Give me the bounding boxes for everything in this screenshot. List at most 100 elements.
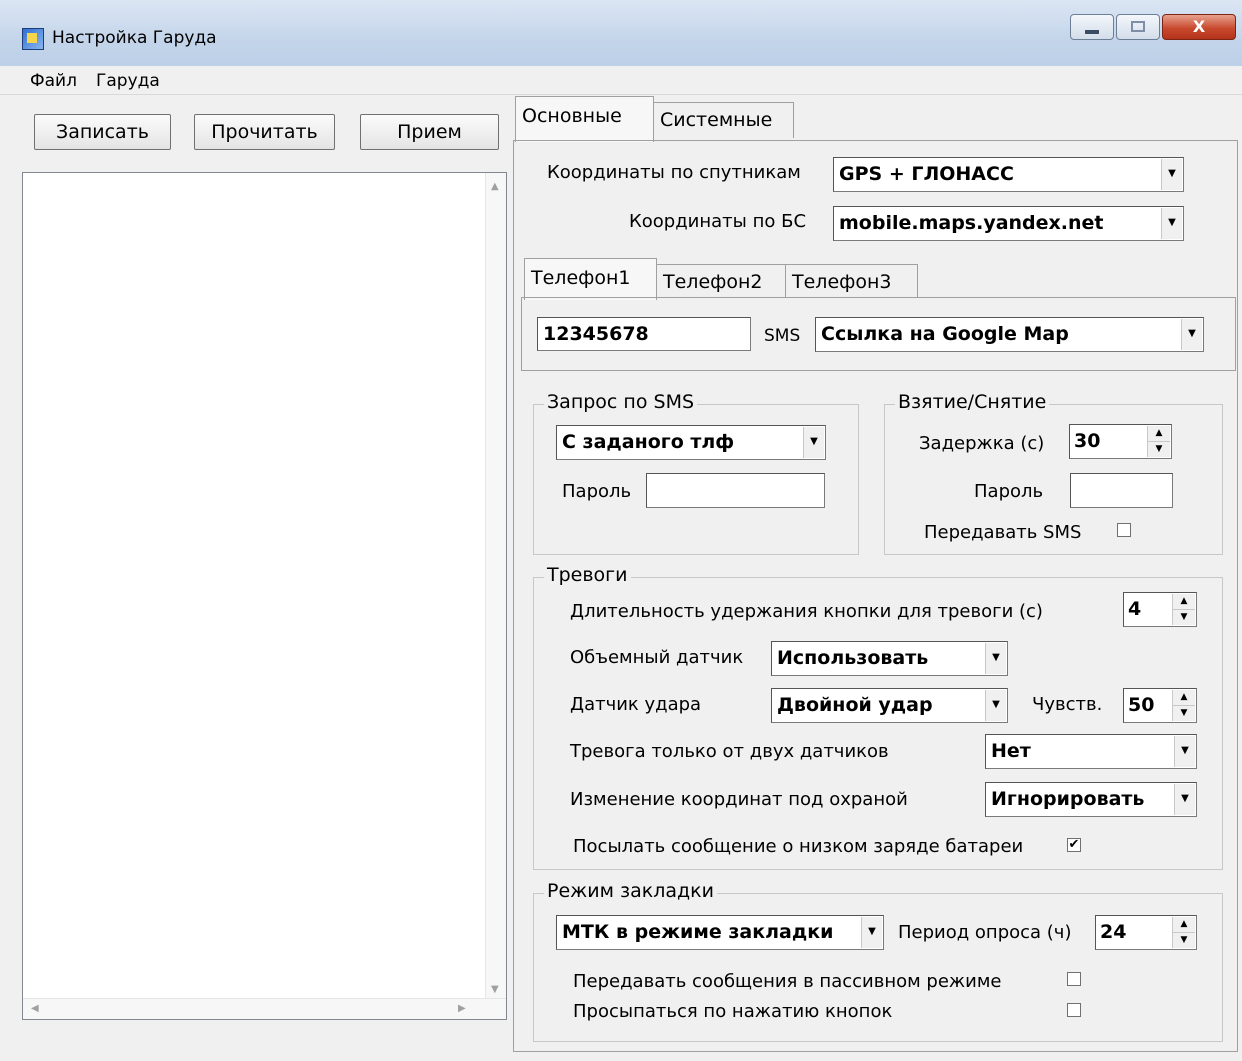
shock-sensor-value: Двойной удар xyxy=(777,694,933,716)
scroll-up-icon[interactable]: ▲ xyxy=(491,181,499,192)
close-button[interactable]: X xyxy=(1162,14,1236,40)
poll-period-spinner[interactable]: 24 ▲ ▼ xyxy=(1095,915,1197,950)
satellite-coords-label: Координаты по спутникам xyxy=(547,162,801,183)
volume-sensor-label: Объемный датчик xyxy=(570,647,744,668)
sms-password-label: Пароль xyxy=(562,481,632,502)
chevron-down-icon: ▼ xyxy=(1161,208,1182,239)
two-sensors-label: Тревога только от двух датчиков xyxy=(570,741,889,762)
spin-down-icon[interactable]: ▼ xyxy=(1148,442,1170,458)
sms-format-select[interactable]: Ссылка на Google Map ▼ xyxy=(815,317,1204,352)
satellite-coords-value: GPS + ГЛОНАСС xyxy=(839,163,1014,185)
arming-title: Взятие/Снятие xyxy=(895,391,1050,413)
wake-on-buttons-label: Просыпаться по нажатию кнопок xyxy=(573,1001,893,1022)
phone-number-input[interactable]: 12345678 xyxy=(537,317,751,351)
two-sensors-value: Нет xyxy=(991,740,1031,762)
sensitivity-label: Чувств. xyxy=(1032,694,1103,715)
menu-bar: Файл Гаруда xyxy=(0,66,1242,95)
sensitivity-spinner[interactable]: 50 ▲ ▼ xyxy=(1123,688,1197,723)
alarms-title: Тревоги xyxy=(544,564,631,586)
wake-on-buttons-checkbox[interactable] xyxy=(1067,1003,1081,1017)
bs-coords-label: Координаты по БС xyxy=(629,211,807,232)
send-sms-checkbox[interactable] xyxy=(1117,523,1131,537)
spin-up-icon[interactable]: ▲ xyxy=(1173,594,1195,610)
write-button[interactable]: Записать xyxy=(34,114,171,150)
bookmark-mode-value: МТК в режиме закладки xyxy=(562,921,834,943)
spin-up-icon[interactable]: ▲ xyxy=(1173,690,1195,706)
chevron-down-icon: ▼ xyxy=(1181,319,1202,350)
spinner-buttons[interactable]: ▲ ▼ xyxy=(1172,690,1195,721)
shock-sensor-select[interactable]: Двойной удар ▼ xyxy=(771,688,1008,723)
arming-password-label: Пароль xyxy=(974,481,1044,502)
arming-delay-value: 30 xyxy=(1074,430,1101,452)
chevron-down-icon: ▼ xyxy=(985,690,1006,721)
send-sms-label: Передавать SMS xyxy=(924,522,1082,543)
hold-duration-value: 4 xyxy=(1128,598,1142,620)
sms-label: SMS xyxy=(764,326,801,346)
window-title: Настройка Гаруда xyxy=(52,28,217,48)
arming-delay-label: Задержка (с) xyxy=(919,433,1045,454)
spin-up-icon[interactable]: ▲ xyxy=(1148,426,1170,442)
poll-period-value: 24 xyxy=(1100,921,1127,943)
satellite-coords-select[interactable]: GPS + ГЛОНАСС ▼ xyxy=(833,157,1184,192)
bookmark-title: Режим закладки xyxy=(544,880,717,902)
spin-down-icon[interactable]: ▼ xyxy=(1173,610,1195,626)
arming-password-input[interactable] xyxy=(1070,473,1173,508)
volume-sensor-value: Использовать xyxy=(777,647,929,669)
spinner-buttons[interactable]: ▲ ▼ xyxy=(1172,594,1195,625)
minimize-icon xyxy=(1085,30,1099,34)
chevron-down-icon: ▼ xyxy=(1174,736,1195,767)
bs-coords-select[interactable]: mobile.maps.yandex.net ▼ xyxy=(833,206,1184,241)
two-sensors-select[interactable]: Нет ▼ xyxy=(985,734,1197,769)
chevron-down-icon: ▼ xyxy=(861,917,882,948)
sms-password-input[interactable] xyxy=(646,473,825,508)
coord-change-label: Изменение координат под охраной xyxy=(570,789,908,810)
scroll-down-icon[interactable]: ▼ xyxy=(491,984,499,995)
maximize-button[interactable] xyxy=(1116,14,1160,40)
vertical-scrollbar[interactable]: ▲ ▼ xyxy=(485,173,506,1001)
tab-system[interactable]: Системные xyxy=(653,102,794,138)
hold-duration-spinner[interactable]: 4 ▲ ▼ xyxy=(1123,592,1197,627)
volume-sensor-select[interactable]: Использовать ▼ xyxy=(771,641,1008,676)
chevron-down-icon: ▼ xyxy=(803,427,824,458)
sms-request-title: Запрос по SMS xyxy=(544,391,698,413)
tab-phone2[interactable]: Телефон2 xyxy=(656,264,786,298)
scroll-right-icon[interactable]: ▶ xyxy=(458,1003,466,1014)
menu-garuda[interactable]: Гаруда xyxy=(96,71,160,91)
low-battery-label: Посылать сообщение о низком заряде батар… xyxy=(573,836,1024,857)
shock-sensor-label: Датчик удара xyxy=(570,694,702,715)
minimize-button[interactable] xyxy=(1070,14,1114,40)
log-textarea[interactable]: ▲ ▼ ◀ ▶ xyxy=(22,172,507,1020)
maximize-icon xyxy=(1131,21,1145,32)
sms-request-mode-value: С заданого тлф xyxy=(562,431,735,453)
scroll-left-icon[interactable]: ◀ xyxy=(31,1003,39,1014)
poll-period-label: Период опроса (ч) xyxy=(898,922,1072,943)
sensitivity-value: 50 xyxy=(1128,694,1155,716)
low-battery-checkbox[interactable]: ✔ xyxy=(1067,838,1081,852)
title-bar[interactable]: Настройка Гаруда X xyxy=(0,0,1242,67)
arming-delay-spinner[interactable]: 30 ▲ ▼ xyxy=(1069,424,1172,459)
chevron-down-icon: ▼ xyxy=(1174,784,1195,815)
spin-up-icon[interactable]: ▲ xyxy=(1173,917,1195,933)
menu-file[interactable]: Файл xyxy=(30,71,77,91)
spinner-buttons[interactable]: ▲ ▼ xyxy=(1172,917,1195,948)
horizontal-scrollbar[interactable]: ◀ ▶ xyxy=(23,998,506,1019)
receive-button[interactable]: Прием xyxy=(360,114,499,150)
coord-change-value: Игнорировать xyxy=(991,788,1145,810)
passive-mode-checkbox[interactable] xyxy=(1067,972,1081,986)
chevron-down-icon: ▼ xyxy=(985,643,1006,674)
spinner-buttons[interactable]: ▲ ▼ xyxy=(1147,426,1170,457)
sms-format-value: Ссылка на Google Map xyxy=(821,323,1069,345)
hold-duration-label: Длительность удержания кнопки для тревог… xyxy=(570,601,1043,622)
sms-request-mode-select[interactable]: С заданого тлф ▼ xyxy=(556,425,826,460)
app-window: Настройка Гаруда X Файл Гаруда Записать … xyxy=(0,0,1242,1061)
tab-main[interactable]: Основные xyxy=(515,96,654,142)
tab-phone3[interactable]: Телефон3 xyxy=(785,264,918,298)
tab-phone1[interactable]: Телефон1 xyxy=(524,258,657,300)
passive-mode-label: Передавать сообщения в пассивном режиме xyxy=(573,971,1002,992)
bs-coords-value: mobile.maps.yandex.net xyxy=(839,212,1104,234)
coord-change-select[interactable]: Игнорировать ▼ xyxy=(985,782,1197,817)
read-button[interactable]: Прочитать xyxy=(194,114,335,150)
spin-down-icon[interactable]: ▼ xyxy=(1173,933,1195,949)
spin-down-icon[interactable]: ▼ xyxy=(1173,706,1195,722)
bookmark-mode-select[interactable]: МТК в режиме закладки ▼ xyxy=(556,915,884,950)
